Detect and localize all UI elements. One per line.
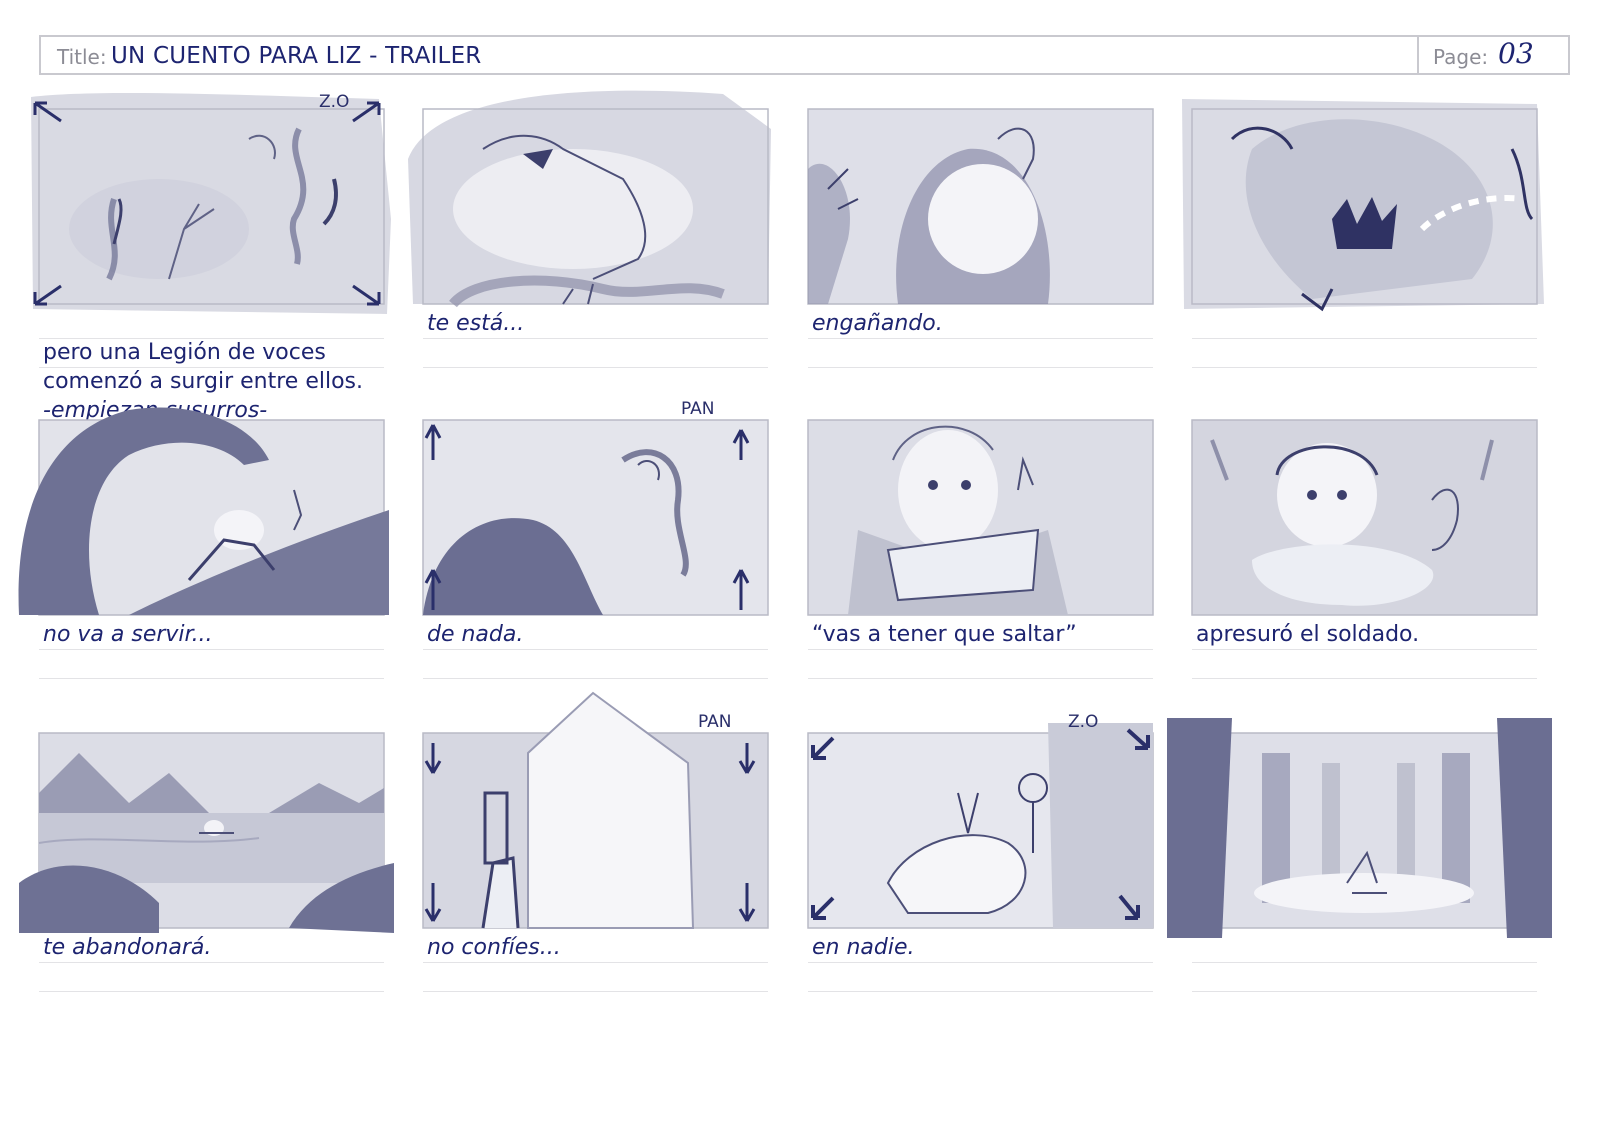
caption-area-1: pero una Legión de voces comenzó a surgi… [39,309,384,423]
caption-area-7: “vas a tener que saltar” [808,620,1153,720]
caption-area-2: te está... [423,309,768,409]
caption-area-12 [1192,933,1537,1033]
panel-caption-5: no va a servir... [43,622,213,647]
caption-area-3: engañando. [808,309,1153,409]
panel-frame-5 [18,407,389,616]
page-header: Title: UN CUENTO PARA LIZ - TRAILER Page… [39,35,1570,75]
page-label: Page: [1433,45,1489,69]
panel-caption-8: apresuró el soldado. [1196,622,1420,647]
title-label: Title: [57,45,107,69]
panel-caption-9: te abandonará. [43,935,212,960]
panel-caption-2: te está... [427,311,525,336]
caption-area-8: apresuró el soldado. [1192,620,1537,720]
panel-frame-2 [408,90,771,308]
panel-frame-7 [807,419,1154,616]
caption-text: pero una Legión de voces comenzó a surgi… [43,340,363,394]
panel-frame-3 [807,108,1154,305]
panel-frame-12 [1167,718,1552,938]
title-value: UN CUENTO PARA LIZ - TRAILER [111,43,482,69]
panel-frame-11: Z.O [807,712,1154,929]
caption-area-4 [1192,309,1537,409]
panel-caption-10: no confíes... [427,935,561,960]
panel-caption-3: engañando. [812,311,943,336]
panel-frame-9 [19,732,394,933]
caption-area-11: en nadie. [808,933,1153,1033]
panel-frame-6: PAN [422,399,769,616]
caption-area-9: te abandonará. [39,933,384,1033]
panel-frame-1: Z.O [31,92,391,314]
panel-frame-4 [1182,99,1544,312]
camera-note: PAN [698,712,732,732]
camera-note: PAN [681,399,715,419]
panel-caption-11: en nadie. [812,935,915,960]
caption-area-5: no va a servir... [39,620,384,720]
panel-caption-6: de nada. [427,622,524,647]
panel-frame-10: PAN [422,691,769,929]
caption-area-10: no confíes... [423,933,768,1033]
panel-caption-7: “vas a tener que saltar” [812,622,1077,647]
camera-note: Z.O [1068,712,1098,732]
page-number: 03 [1498,37,1534,70]
header-divider [1417,37,1419,75]
panel-frame-8 [1191,419,1538,616]
camera-note: Z.O [319,92,349,112]
